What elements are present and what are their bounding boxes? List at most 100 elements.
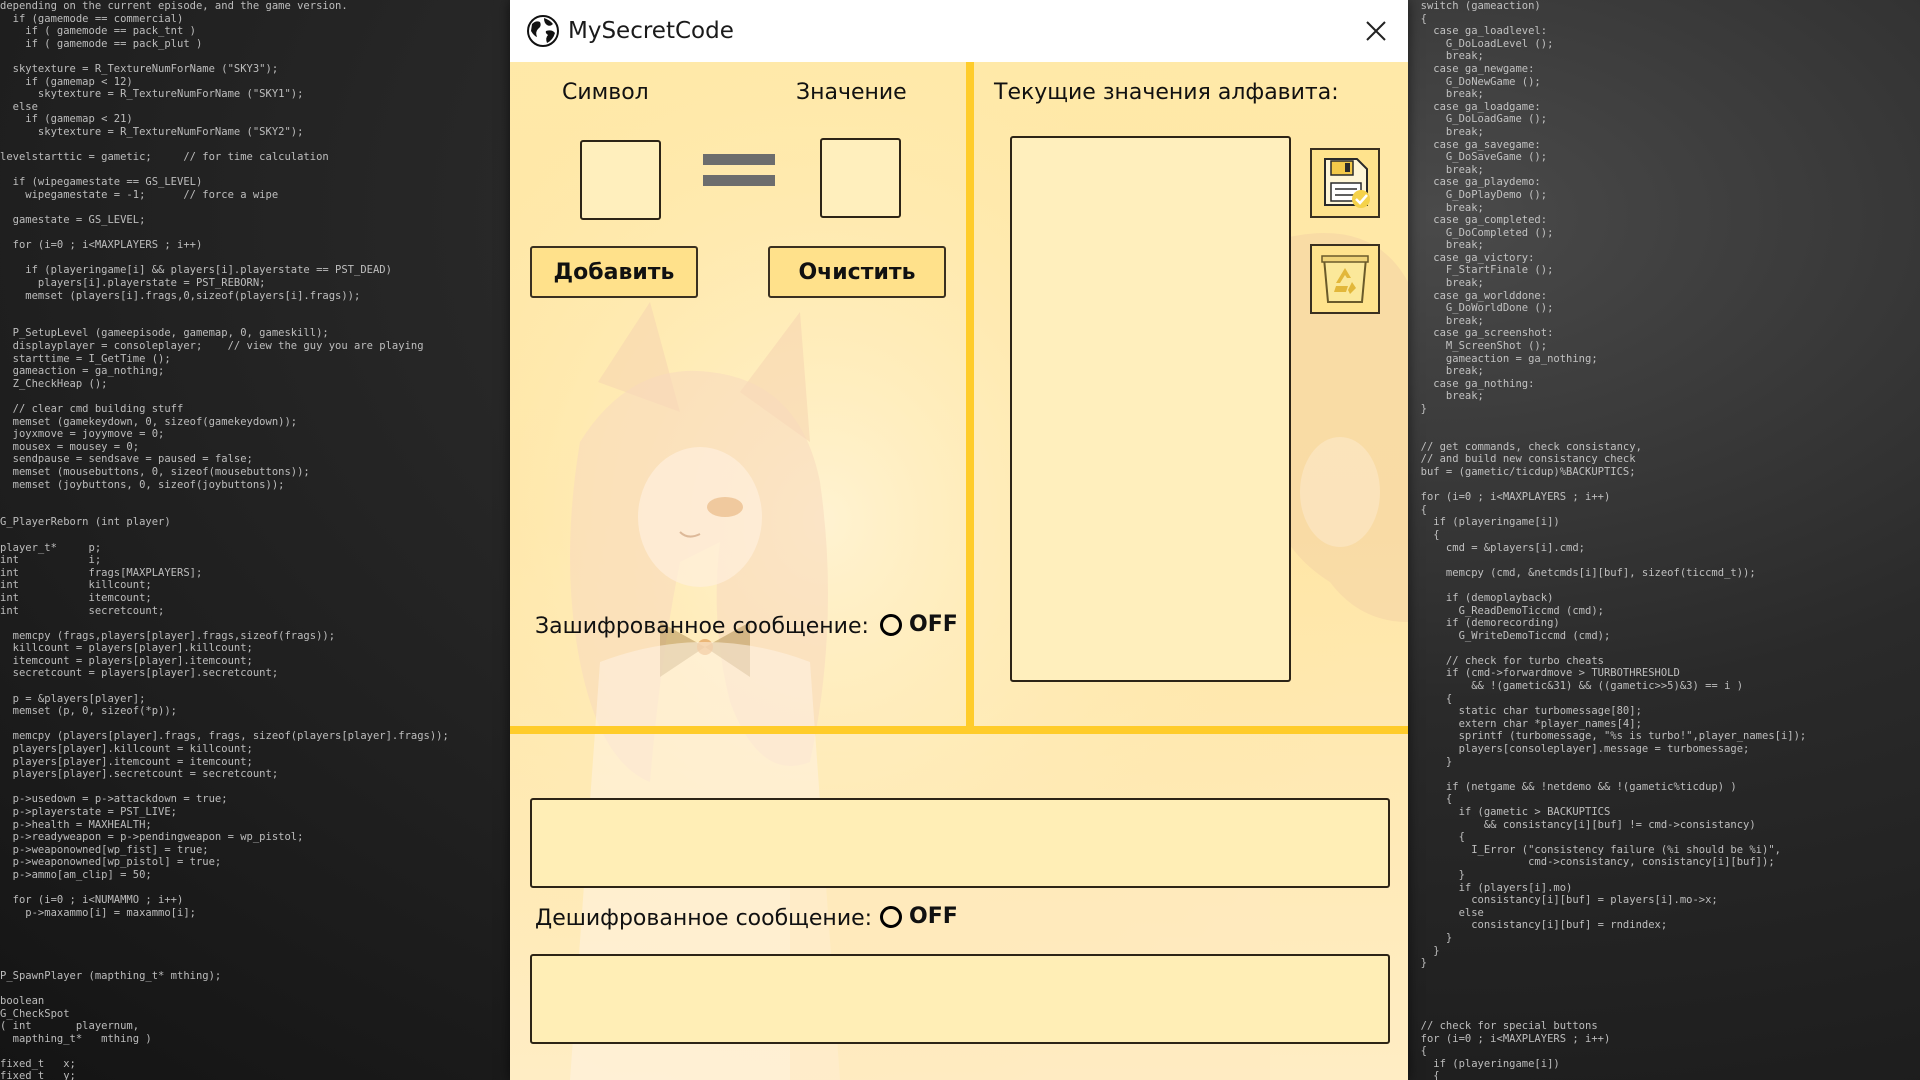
save-button[interactable] — [1310, 148, 1380, 218]
code-line: break; — [1408, 88, 1484, 101]
app-window: MySecretCode Символ Значение Добавить Оч… — [510, 0, 1408, 1080]
code-line: int frags[MAXPLAYERS]; — [0, 566, 203, 579]
code-line: p->usedown = p->attackdown = true; — [0, 793, 228, 806]
clear-button[interactable]: Очистить — [768, 246, 946, 298]
code-line: for (i=0 ; i<MAXPLAYERS ; i++) — [1408, 491, 1611, 504]
code-line: players[player].secretcount = secretcoun… — [0, 768, 279, 781]
code-line: gameaction = ga_nothing; — [0, 365, 165, 378]
code-line: ( int playernum, — [0, 1020, 140, 1033]
recycle-bin-icon — [1321, 255, 1369, 303]
code-line: buf = (gametic/ticdup)%BACKUPTICS; — [1408, 465, 1636, 478]
code-line: cmd->consistancy, consistancy[i][buf]); — [1408, 856, 1775, 869]
code-line: G_DoPlayDemo (); — [1408, 188, 1548, 201]
code-line: G_PlayerReborn (int player) — [0, 516, 171, 529]
code-line: p->ammo[am_clip] = 50; — [0, 868, 152, 881]
decrypted-toggle[interactable]: OFF — [880, 904, 958, 929]
code-line: case ga_victory: — [1408, 251, 1535, 264]
code-line: // and build new consistancy check — [1408, 453, 1636, 466]
code-line: for (i=0 ; i<MAXPLAYERS ; i++) — [1408, 1032, 1611, 1045]
symbol-input[interactable] — [580, 140, 661, 220]
code-line: if (wipegamestate == GS_LEVEL) — [0, 176, 203, 189]
code-line: if (playeringame[i] && players[i].player… — [0, 264, 392, 277]
background-code-left: depending on the current episode, and th… — [0, 0, 510, 1080]
code-line: mapthing_t* mthing ) — [0, 1032, 152, 1045]
background-code-right: switch (gameaction) { case ga_loadlevel:… — [1408, 0, 1920, 1080]
code-line: } — [1408, 868, 1465, 881]
encrypted-message-label: Зашифрованное сообщение: — [535, 614, 869, 639]
add-button[interactable]: Добавить — [530, 246, 698, 298]
code-line: extern char *player_names[4]; — [1408, 717, 1642, 730]
code-line: I_Error ("consistency failure (%i should… — [1408, 843, 1781, 856]
app-content: Символ Значение Добавить Очистить Текущи… — [510, 62, 1408, 1080]
code-line: displayplayer = consoleplayer; // view t… — [0, 340, 424, 353]
code-line: G_DoWorldDone (); — [1408, 302, 1554, 315]
code-line: break; — [1408, 314, 1484, 327]
recycle-button[interactable] — [1310, 244, 1380, 314]
code-line: G_WriteDemoTiccmd (cmd); — [1408, 629, 1611, 642]
code-line: { — [1408, 692, 1453, 705]
code-line: P_SetupLevel (gameepisode, gamemap, 0, g… — [0, 327, 329, 340]
title-bar[interactable]: MySecretCode — [510, 0, 1408, 62]
value-input[interactable] — [820, 138, 901, 218]
code-line: G_DoLoadGame (); — [1408, 113, 1548, 126]
decrypted-message-field[interactable] — [530, 954, 1390, 1044]
code-line: memset (p, 0, sizeof(*p)); — [0, 705, 178, 718]
code-line: if (gametic > BACKUPTICS — [1408, 806, 1611, 818]
close-button[interactable] — [1344, 0, 1408, 62]
code-line: players[consoleplayer].message = turbome… — [1408, 743, 1750, 756]
code-line: if ( gamemode == pack_tnt ) — [0, 25, 196, 38]
encrypted-toggle[interactable]: OFF — [880, 612, 958, 637]
code-line: players[player].killcount = killcount; — [0, 743, 253, 756]
code-line: p->playerstate = PST_LIVE; — [0, 806, 178, 818]
code-line: gamestate = GS_LEVEL; — [0, 214, 146, 227]
code-line: { — [1408, 1070, 1440, 1080]
code-line: p->weaponowned[wp_fist] = true; — [0, 843, 209, 856]
code-line: for (i=0 ; i<MAXPLAYERS ; i++) — [0, 239, 203, 252]
encrypted-message-field[interactable] — [530, 798, 1390, 888]
code-line: case ga_screenshot: — [1408, 327, 1554, 340]
code-line: case ga_loadlevel: — [1408, 25, 1548, 38]
code-line: { — [1408, 831, 1465, 844]
decrypted-message-label: Дешифрованное сообщение: — [535, 906, 873, 931]
code-line: fixed_t x; — [0, 1057, 76, 1070]
code-line: G_DoCompleted (); — [1408, 226, 1554, 239]
code-line: break; — [1408, 277, 1484, 290]
code-line: players[player].itemcount = itemcount; — [0, 755, 253, 768]
equals-icon — [703, 154, 775, 196]
code-line: break; — [1408, 201, 1484, 214]
code-line: && consistancy[i][buf] != cmd->consistan… — [1408, 818, 1756, 831]
code-line: sprintf (turbomessage, "%s is turbo!",pl… — [1408, 730, 1807, 743]
code-line: depending on the current episode, and th… — [0, 0, 348, 12]
code-line: player_t* p; — [0, 541, 102, 554]
code-line: if (netgame && !netdemo && !(gametic%tic… — [1408, 780, 1737, 793]
code-line: secretcount = players[player].secretcoun… — [0, 667, 279, 680]
code-line: case ga_savegame: — [1408, 138, 1541, 151]
code-line: boolean — [0, 994, 45, 1007]
code-line: memcpy (frags,players[player].frags,size… — [0, 629, 336, 642]
code-line: M_ScreenShot (); — [1408, 340, 1548, 353]
code-line: } — [1408, 755, 1453, 768]
code-line: if (playeringame[i]) — [1408, 1057, 1560, 1070]
symbol-label: Символ — [562, 80, 649, 105]
code-line: if (gamemap < 21) — [0, 113, 133, 126]
code-line: break; — [1408, 163, 1484, 176]
code-line: skytexture = R_TextureNumForName ("SKY3"… — [0, 62, 279, 75]
code-line: F_StartFinale (); — [1408, 264, 1554, 277]
code-line: P_SpawnPlayer (mapthing_t* mthing); — [0, 969, 222, 982]
alphabet-values-list[interactable] — [1010, 136, 1291, 682]
